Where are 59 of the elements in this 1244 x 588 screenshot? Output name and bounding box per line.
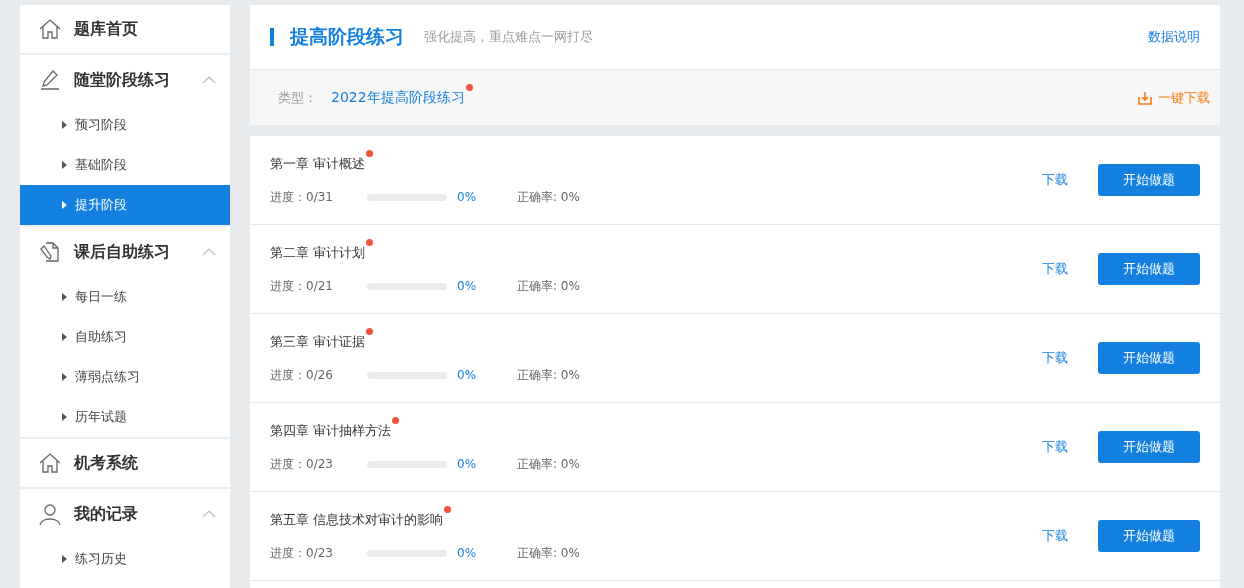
start-button[interactable]: 开始做题: [1098, 164, 1200, 196]
progress-count: 进度：0/31: [270, 188, 334, 206]
download-icon: [1138, 90, 1152, 105]
chevron-up-icon: [202, 510, 216, 518]
type-label: 类型：: [278, 88, 317, 107]
start-button[interactable]: 开始做题: [1098, 342, 1200, 374]
title-bar: [270, 28, 274, 46]
progress-count: 进度：0/23: [270, 455, 334, 473]
triangle-icon: [62, 121, 67, 129]
home-icon: [38, 451, 62, 475]
nav-section[interactable]: 我的记录: [20, 489, 230, 539]
triangle-icon: [62, 373, 67, 381]
triangle-icon: [62, 333, 67, 341]
chevron-up-icon: [202, 248, 216, 256]
nav-subitem[interactable]: 提升阶段: [20, 185, 230, 225]
nav-item[interactable]: 题库首页: [20, 5, 230, 55]
triangle-icon: [62, 413, 67, 421]
progress-percent: 0%: [457, 190, 478, 204]
download-link[interactable]: 下载: [1042, 260, 1068, 278]
accuracy-text: 正确率: 0%: [517, 188, 580, 206]
triangle-icon: [62, 161, 67, 169]
chapter-title: 第一章 审计概述: [270, 154, 366, 173]
chapter-title: 第五章 信息技术对审计的影响: [270, 510, 444, 529]
progress-percent: 0%: [457, 457, 478, 471]
progress-percent: 0%: [457, 546, 478, 560]
pencil-icon: [38, 68, 62, 92]
person-icon: [38, 502, 62, 526]
chapter-title: 第三章 审计证据: [270, 332, 366, 351]
triangle-icon: [62, 293, 67, 301]
accuracy-text: 正确率: 0%: [517, 544, 580, 562]
triangle-icon: [62, 201, 67, 209]
start-button[interactable]: 开始做题: [1098, 520, 1200, 552]
chapter-title: 第二章 审计计划: [270, 243, 366, 262]
download-link[interactable]: 下载: [1042, 349, 1068, 367]
home-icon: [38, 17, 62, 41]
page-title: 提高阶段练习: [290, 24, 404, 49]
triangle-icon: [62, 555, 67, 563]
progress-percent: 0%: [457, 368, 478, 382]
document-pencil-icon: [38, 240, 62, 264]
help-link[interactable]: 数据说明: [1148, 28, 1200, 46]
accuracy-text: 正确率: 0%: [517, 455, 580, 473]
download-all-link[interactable]: 一键下载: [1138, 88, 1210, 107]
start-button[interactable]: 开始做题: [1098, 431, 1200, 463]
nav-section[interactable]: 课后自助练习: [20, 227, 230, 277]
accuracy-text: 正确率: 0%: [517, 366, 580, 384]
accuracy-text: 正确率: 0%: [517, 277, 580, 295]
download-link[interactable]: 下载: [1042, 171, 1068, 189]
start-button[interactable]: 开始做题: [1098, 253, 1200, 285]
download-link[interactable]: 下载: [1042, 438, 1068, 456]
chevron-up-icon: [202, 76, 216, 84]
progress-count: 进度：0/23: [270, 544, 334, 562]
progress-percent: 0%: [457, 279, 478, 293]
progress-count: 进度：0/26: [270, 366, 334, 384]
progress-count: 进度：0/21: [270, 277, 334, 295]
nav-item[interactable]: 机考系统: [20, 439, 230, 489]
download-link[interactable]: 下载: [1042, 527, 1068, 545]
nav-section[interactable]: 随堂阶段练习: [20, 55, 230, 105]
type-link[interactable]: 2022年提高阶段练习: [331, 88, 465, 107]
chapter-title: 第四章 审计抽样方法: [270, 421, 392, 440]
